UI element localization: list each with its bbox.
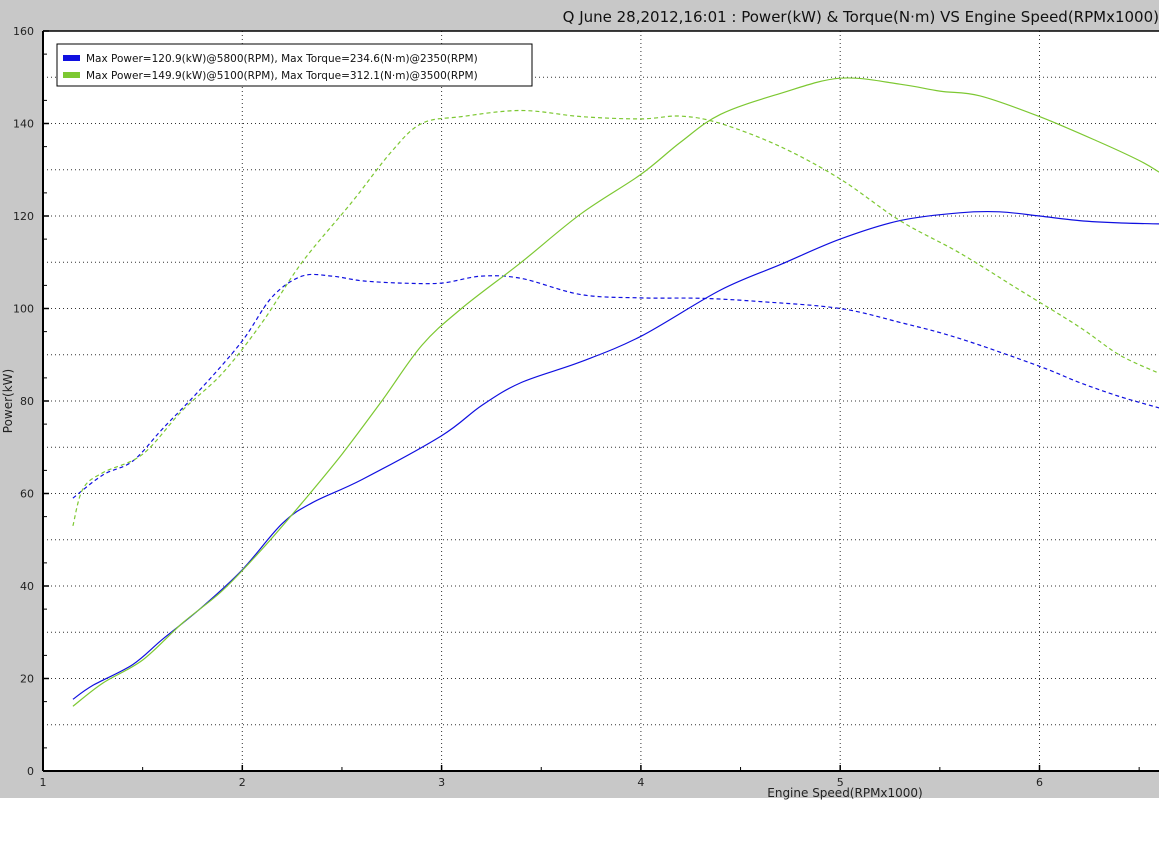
y-tick-label: 20 — [20, 673, 34, 686]
y-tick-label: 140 — [13, 118, 34, 131]
x-tick-label: 3 — [438, 776, 445, 789]
legend-entry: Max Power=149.9(kW)@5100(RPM), Max Torqu… — [86, 70, 478, 82]
x-tick-label: 4 — [637, 776, 644, 789]
y-tick-label: 120 — [13, 210, 34, 223]
chart-svg: 1 2 3 4 5 6020406080100120140160 Engine Speed… — [1, 25, 1159, 800]
y-tick-label: 100 — [13, 303, 34, 316]
x-tick-label: 1 — [40, 776, 47, 789]
y-tick-label: 60 — [20, 488, 34, 501]
legend-swatch — [63, 55, 80, 61]
legend-swatch — [63, 72, 80, 78]
x-tick-label: 2 — [239, 776, 246, 789]
y-tick-label: 40 — [20, 580, 34, 593]
x-tick-label: 6 — [1036, 776, 1043, 789]
x-axis-label: Engine Speed(RPMx1000) — [767, 786, 923, 800]
y-axis-label: Power(kW) — [1, 369, 15, 433]
legend-entry: Max Power=120.9(kW)@5800(RPM), Max Torqu… — [86, 53, 478, 65]
y-tick-label: 80 — [20, 395, 34, 408]
y-tick-label: 0 — [27, 765, 34, 778]
y-tick-label: 160 — [13, 25, 34, 38]
legend: Max Power=120.9(kW)@5800(RPM), Max Torqu… — [56, 43, 533, 87]
